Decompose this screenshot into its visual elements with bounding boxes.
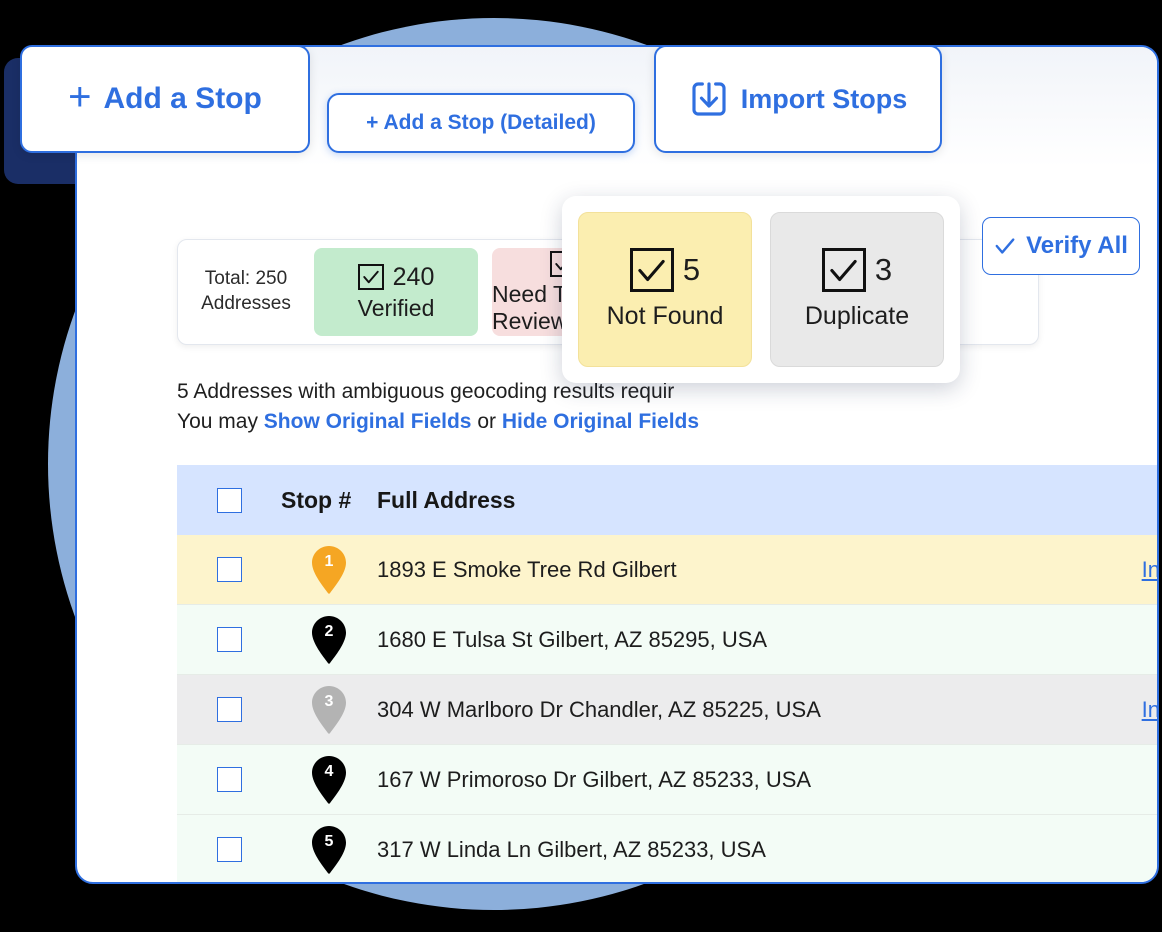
stop-number-label: 4 [324, 762, 334, 780]
map-pin-icon: 2 [308, 614, 350, 666]
stop-number-label: 3 [324, 692, 334, 710]
row-checkbox[interactable] [216, 837, 242, 862]
add-stop-label: Add a Stop [103, 82, 262, 115]
import-stops-label: Import Stops [740, 83, 908, 114]
note-line-2: You may Show Original Fields or Hide Ori… [177, 407, 1037, 437]
stop-number-cell: 5 [281, 824, 377, 876]
row-select-cell [177, 627, 281, 652]
screenshot-root: Total: 250 Addresses 240 Verified 2 [0, 0, 1162, 932]
plus-icon: + [68, 75, 92, 119]
note-separator: or [471, 410, 502, 434]
hide-original-fields-link[interactable]: Hide Original Fields [502, 410, 699, 433]
table-row[interactable]: 5 317 W Linda Ln Gilbert, AZ 85233, USA [177, 815, 1157, 882]
map-pin-icon: 1 [308, 544, 350, 596]
map-pin-icon: 4 [308, 754, 350, 806]
status-card-duplicate[interactable]: 3 Duplicate [770, 212, 944, 367]
select-all-checkbox[interactable] [216, 487, 242, 513]
stops-table: Stop # Full Address 1 1893 E Smoke Tree R… [177, 465, 1157, 882]
row-checkbox[interactable] [216, 767, 242, 792]
duplicate-label: Duplicate [804, 302, 910, 330]
address-cell: 1893 E Smoke Tree Rd Gilbert [377, 556, 677, 582]
stop-number-cell: 3 [281, 684, 377, 736]
table-row[interactable]: 2 1680 E Tulsa St Gilbert, AZ 85295, USA [177, 605, 1157, 675]
stop-number-cell: 4 [281, 754, 377, 806]
address-cell: 317 W Linda Ln Gilbert, AZ 85233, USA [377, 836, 766, 862]
status-card-verified[interactable]: 240 Verified [314, 248, 478, 336]
column-header-address: Full Address [377, 486, 516, 513]
stop-number-label: 1 [324, 552, 334, 570]
map-pin-icon: 5 [308, 824, 350, 876]
check-icon [357, 264, 384, 290]
total-addresses-label: Total: 250 Addresses [201, 268, 291, 314]
table-row[interactable]: 4 167 W Primoroso Dr Gilbert, AZ 85233, U… [177, 745, 1157, 815]
stop-number-cell: 2 [281, 614, 377, 666]
row-checkbox[interactable] [216, 697, 242, 722]
address-cell: 304 W Marlboro Dr Chandler, AZ 85225, US… [377, 696, 821, 722]
verified-label: Verified [357, 294, 435, 321]
verified-count-row: 240 [357, 262, 435, 292]
address-cell: 1680 E Tulsa St Gilbert, AZ 85295, USA [377, 626, 768, 652]
select-all-cell [177, 487, 281, 513]
not-found-label: Not Found [606, 302, 724, 330]
check-icon [995, 238, 1015, 254]
not-found-count-row: 5 [629, 248, 701, 292]
address-cell: 167 W Primoroso Dr Gilbert, AZ 85233, US… [377, 766, 812, 792]
stop-number-label: 5 [324, 832, 334, 850]
column-header-stop: Stop # [281, 486, 352, 513]
show-original-fields-link[interactable]: Show Original Fields [264, 410, 472, 433]
add-stop-detailed-button[interactable]: + Add a Stop (Detailed) [327, 93, 635, 153]
add-stop-detailed-label: + Add a Stop (Detailed) [366, 111, 596, 134]
info-cell: Info [1085, 697, 1157, 723]
row-checkbox[interactable] [216, 627, 242, 652]
row-checkbox[interactable] [216, 557, 242, 582]
verify-all-button[interactable]: Verify All [982, 217, 1140, 275]
verified-count: 240 [392, 262, 435, 291]
add-stop-button[interactable]: + Add a Stop [20, 45, 310, 153]
note-prefix: You may [177, 410, 264, 434]
table-row[interactable]: 1 1893 E Smoke Tree Rd Gilbert Info [177, 535, 1157, 605]
info-link[interactable]: Info [1142, 557, 1157, 582]
info-link[interactable]: Info [1142, 697, 1157, 722]
table-body: 1 1893 E Smoke Tree Rd Gilbert Info 2 1680 E… [177, 535, 1157, 882]
not-found-count: 5 [682, 252, 701, 287]
check-icon [629, 248, 674, 292]
status-card-not-found[interactable]: 5 Not Found [578, 212, 752, 367]
row-select-cell [177, 697, 281, 722]
row-select-cell [177, 557, 281, 582]
check-icon [821, 248, 866, 292]
row-select-cell [177, 767, 281, 792]
duplicate-count: 3 [874, 252, 893, 287]
table-header-row: Stop # Full Address [177, 465, 1157, 535]
stop-number-label: 2 [324, 622, 334, 640]
row-select-cell [177, 837, 281, 862]
import-stops-button[interactable]: Import Stops [654, 45, 942, 153]
geocoding-note: 5 Addresses with ambiguous geocoding res… [177, 377, 1037, 438]
verify-all-label: Verify All [1026, 232, 1128, 259]
status-filter-popup: 5 Not Found 3 Duplicate [562, 196, 960, 383]
table-row[interactable]: 3 304 W Marlboro Dr Chandler, AZ 85225, U… [177, 675, 1157, 745]
duplicate-count-row: 3 [821, 248, 893, 292]
map-pin-icon: 3 [308, 684, 350, 736]
main-panel: Total: 250 Addresses 240 Verified 2 [75, 45, 1159, 884]
stop-number-cell: 1 [281, 544, 377, 596]
info-cell: Info [1085, 557, 1157, 583]
import-icon [689, 79, 729, 119]
